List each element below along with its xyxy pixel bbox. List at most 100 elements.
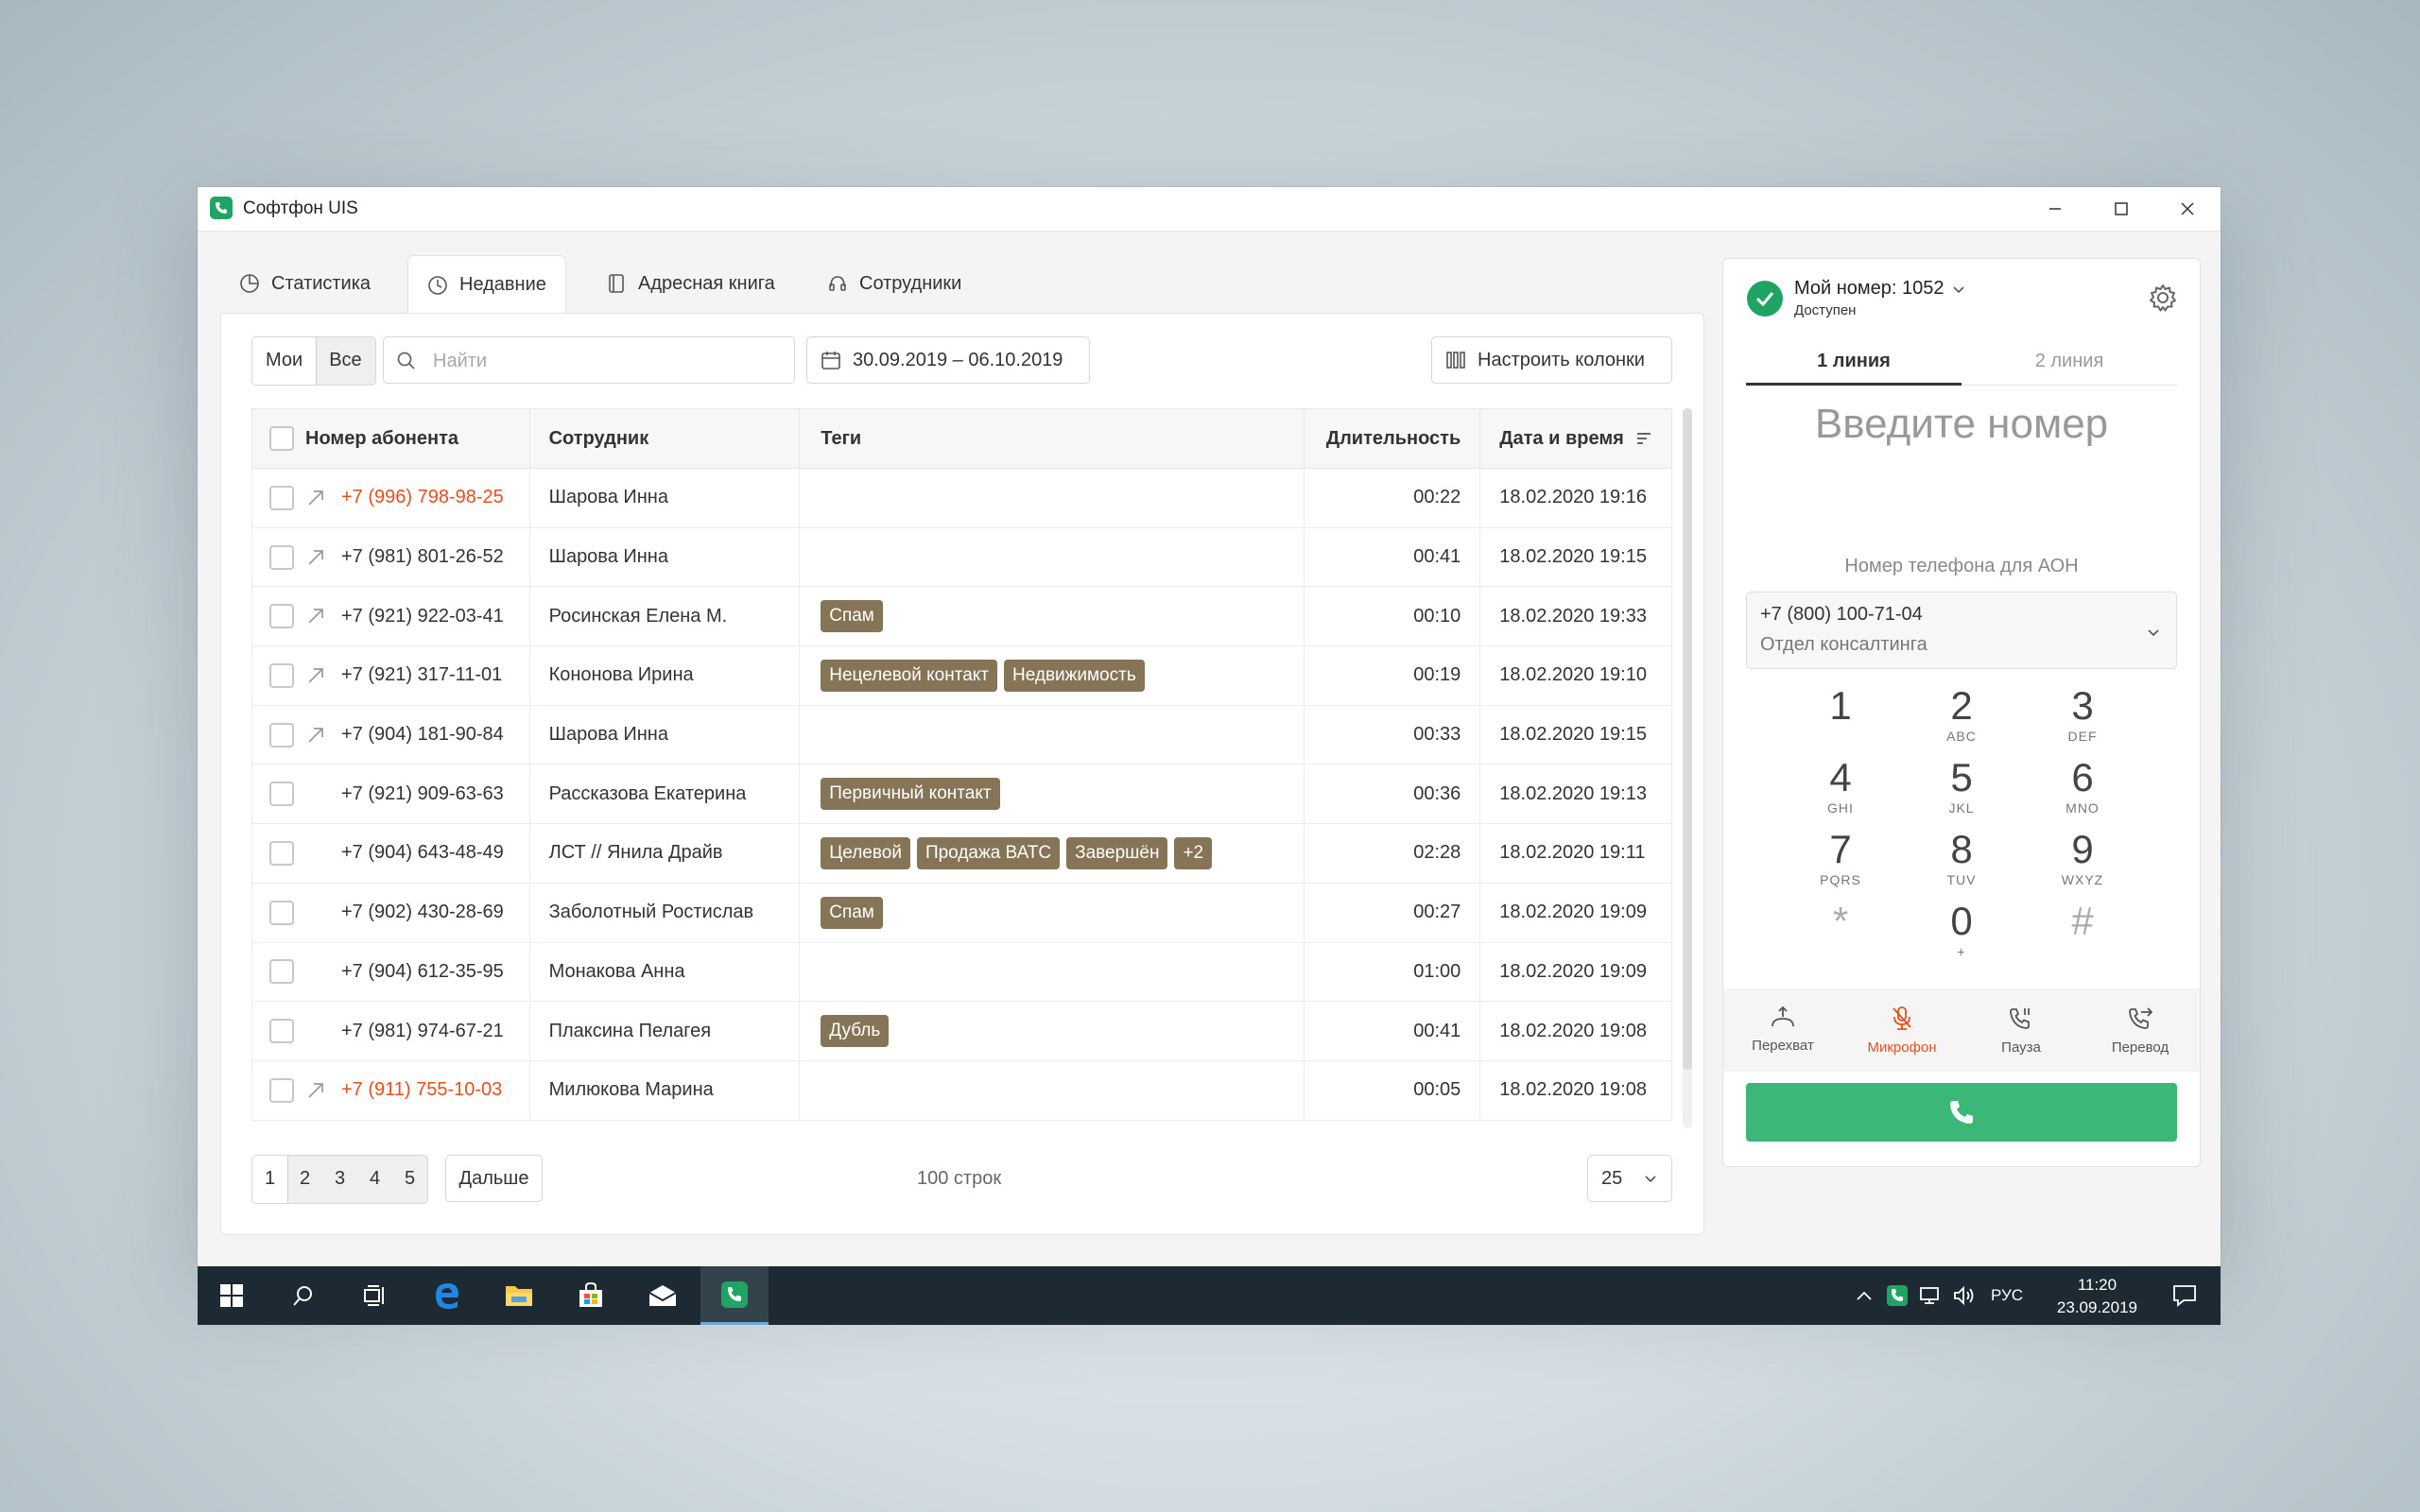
subscriber-number[interactable]: +7 (921) 909-63-63: [341, 783, 504, 805]
aon-number-select[interactable]: +7 (800) 100-71-04 Отдел консалтинга: [1746, 592, 2177, 669]
call-button[interactable]: [1746, 1083, 2177, 1142]
row-checkbox[interactable]: [269, 544, 294, 570]
row-checkbox[interactable]: [269, 959, 294, 985]
tag-badge[interactable]: +2: [1174, 836, 1213, 869]
keypad-key[interactable]: 2 ABC: [1901, 684, 2022, 756]
tag-badge[interactable]: Спам: [821, 896, 883, 929]
keypad-key[interactable]: 4 GHI: [1780, 756, 1901, 828]
network-icon[interactable]: [1919, 1285, 1942, 1306]
language-indicator[interactable]: РУС: [1991, 1286, 2023, 1305]
header-duration[interactable]: Длительность: [1305, 409, 1481, 468]
table-row[interactable]: +7 (902) 430-28-69 Заболотный Ростислав Сп…: [251, 883, 1672, 943]
page-5-button[interactable]: 5: [392, 1156, 427, 1203]
row-checkbox[interactable]: [269, 1077, 294, 1103]
table-row[interactable]: +7 (921) 922-03-41 Росинская Елена М. Спам…: [251, 587, 1672, 647]
subscriber-number[interactable]: +7 (911) 755-10-03: [341, 1079, 502, 1101]
dial-number-input[interactable]: Введите номер: [1723, 401, 2200, 448]
keypad-key[interactable]: 3 DEF: [2022, 684, 2143, 756]
row-checkbox[interactable]: [269, 1019, 294, 1044]
softphone-taskbar-button[interactable]: [700, 1266, 769, 1325]
select-all-checkbox[interactable]: [269, 426, 294, 451]
configure-columns-button[interactable]: Настроить колонки: [1431, 336, 1672, 384]
tag-badge[interactable]: Завершён: [1066, 836, 1168, 869]
keypad-key[interactable]: 5 JKL: [1901, 756, 2022, 828]
action-center-button[interactable]: [2151, 1266, 2219, 1325]
row-checkbox[interactable]: [269, 662, 294, 688]
subscriber-number[interactable]: +7 (904) 612-35-95: [341, 961, 504, 983]
tab-recent[interactable]: Недавние: [407, 255, 566, 314]
search-input[interactable]: [431, 337, 775, 385]
filter-all-button[interactable]: Все: [316, 337, 375, 385]
header-datetime[interactable]: Дата и время: [1480, 409, 1671, 468]
line-2-tab[interactable]: 2 линия: [1962, 338, 2177, 386]
intercept-button[interactable]: Перехват: [1723, 988, 1842, 1072]
my-number-dropdown[interactable]: Мой номер: 1052: [1794, 278, 1965, 300]
keypad-key[interactable]: 0 +: [1901, 900, 2022, 971]
softphone-tray-icon[interactable]: [1887, 1285, 1908, 1306]
table-row[interactable]: +7 (904) 181-90-84 Шарова Инна 00:33 18.02.…: [251, 705, 1672, 765]
hold-button[interactable]: Пауза: [1962, 988, 2081, 1072]
header-number[interactable]: Номер абонента: [252, 409, 530, 468]
file-explorer-button[interactable]: [485, 1266, 553, 1325]
table-scrollbar[interactable]: [1683, 408, 1692, 1128]
chevron-up-icon[interactable]: [1855, 1289, 1874, 1302]
close-button[interactable]: [2154, 187, 2221, 231]
tag-badge[interactable]: Спам: [821, 600, 883, 633]
table-row[interactable]: +7 (981) 801-26-52 Шарова Инна 00:41 18.02.…: [251, 527, 1672, 588]
page-1-button[interactable]: 1: [252, 1156, 287, 1203]
table-row[interactable]: +7 (921) 317-11-01 Кононова Ирина Нецелево…: [251, 646, 1672, 706]
tag-badge[interactable]: Целевой: [821, 836, 910, 869]
page-3-button[interactable]: 3: [322, 1156, 357, 1203]
keypad-key[interactable]: *: [1780, 900, 1901, 971]
tag-badge[interactable]: Продажа ВАТС: [916, 836, 1061, 869]
tab-address-book[interactable]: Адресная книга: [587, 255, 794, 312]
keypad-key[interactable]: 6 MNO: [2022, 756, 2143, 828]
header-tags[interactable]: Теги: [800, 409, 1305, 468]
page-4-button[interactable]: 4: [357, 1156, 392, 1203]
per-page-select[interactable]: 25: [1587, 1155, 1672, 1202]
subscriber-number[interactable]: +7 (921) 922-03-41: [341, 606, 504, 627]
row-checkbox[interactable]: [269, 604, 294, 629]
table-row[interactable]: +7 (911) 755-10-03 Милюкова Марина 00:05 18…: [251, 1060, 1672, 1121]
table-row[interactable]: +7 (921) 909-63-63 Рассказова Екатерина Пе…: [251, 765, 1672, 825]
keypad-key[interactable]: #: [2022, 900, 2143, 971]
table-row[interactable]: +7 (904) 612-35-95 Монакова Анна 01:00 18.0…: [251, 942, 1672, 1003]
page-2-button[interactable]: 2: [287, 1156, 322, 1203]
subscriber-number[interactable]: +7 (921) 317-11-01: [341, 664, 502, 686]
tag-badge[interactable]: Дубль: [821, 1015, 890, 1048]
sort-icon[interactable]: [1635, 430, 1652, 447]
subscriber-number[interactable]: +7 (904) 643-48-49: [341, 842, 504, 864]
taskbar-search-button[interactable]: [269, 1266, 337, 1325]
task-view-button[interactable]: [341, 1266, 409, 1325]
table-row[interactable]: +7 (981) 974-67-21 Плаксина Пелагея Дубль 0…: [251, 1002, 1672, 1061]
subscriber-number[interactable]: +7 (902) 430-28-69: [341, 902, 504, 923]
scrollbar-thumb[interactable]: [1683, 408, 1692, 1070]
system-clock[interactable]: 11:20 23.09.2019: [2057, 1274, 2137, 1319]
next-page-button[interactable]: Дальше: [445, 1155, 543, 1202]
volume-icon[interactable]: [1953, 1285, 1978, 1306]
settings-button[interactable]: [2147, 282, 2179, 318]
tab-statistics[interactable]: Статистика: [220, 255, 389, 312]
microphone-button[interactable]: Микрофон: [1842, 988, 1962, 1072]
row-checkbox[interactable]: [269, 722, 294, 747]
row-checkbox[interactable]: [269, 900, 294, 925]
table-row[interactable]: +7 (904) 643-48-49 ЛСТ // Янила Драйв Целе…: [251, 824, 1672, 884]
tag-badge[interactable]: Недвижимость: [1004, 659, 1145, 692]
keypad-key[interactable]: 7 PQRS: [1780, 828, 1901, 900]
edge-browser-button[interactable]: [413, 1266, 481, 1325]
row-checkbox[interactable]: [269, 840, 294, 866]
minimize-button[interactable]: [2022, 187, 2088, 231]
row-checkbox[interactable]: [269, 485, 294, 510]
mail-button[interactable]: [629, 1266, 697, 1325]
subscriber-number[interactable]: +7 (981) 801-26-52: [341, 546, 504, 568]
tag-badge[interactable]: Первичный контакт: [821, 778, 1000, 811]
transfer-button[interactable]: Перевод: [2081, 988, 2200, 1072]
subscriber-number[interactable]: +7 (904) 181-90-84: [341, 724, 504, 746]
subscriber-number[interactable]: +7 (996) 798-98-25: [341, 487, 504, 508]
subscriber-number[interactable]: +7 (981) 974-67-21: [341, 1021, 504, 1042]
store-button[interactable]: [557, 1266, 625, 1325]
table-row[interactable]: +7 (996) 798-98-25 Шарова Инна 00:22 18.02.…: [251, 469, 1672, 528]
date-range-picker[interactable]: 30.09.2019 – 06.10.2019: [806, 336, 1090, 384]
start-button[interactable]: [198, 1266, 266, 1325]
maximize-button[interactable]: [2088, 187, 2154, 231]
